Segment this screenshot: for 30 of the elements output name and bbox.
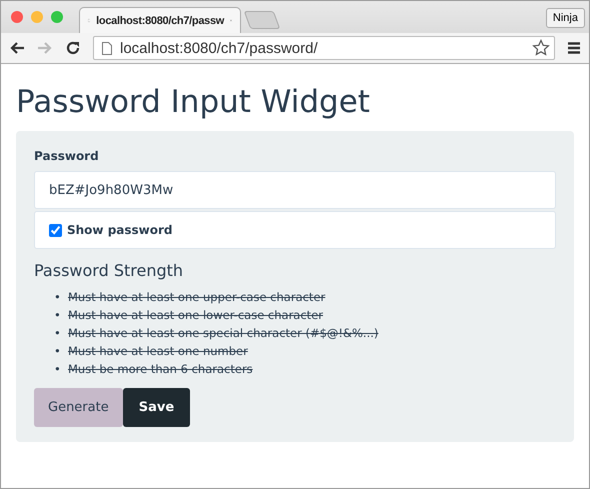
strength-rule: Must have at least one special character (#$@!&%...) — [68, 325, 378, 342]
password-field[interactable]: bEZ#Jo9h80W3Mw — [34, 171, 556, 210]
strength-rule: Must have at least one lower-case character — [68, 307, 323, 324]
reload-icon[interactable] — [65, 40, 81, 56]
zoom-window-button[interactable] — [51, 11, 63, 23]
page-title: Password Input Widget — [16, 84, 371, 122]
bullet: • — [54, 289, 62, 306]
bullet: • — [54, 307, 62, 324]
checkbox-label[interactable]: Show password — [67, 223, 173, 238]
minimize-window-button[interactable] — [31, 11, 43, 23]
profile-button[interactable]: Ninja — [546, 8, 585, 28]
strength-rule: Must have at least one upper-case character — [68, 289, 326, 306]
strength-rule: Must have at least one number — [68, 343, 248, 360]
strength-rule: Must be more than 6 characters — [68, 361, 253, 378]
close-window-button[interactable] — [11, 11, 23, 23]
star-icon[interactable] — [532, 39, 550, 57]
bullet: • — [54, 343, 62, 360]
save-button[interactable]: Save — [122, 388, 190, 428]
section-heading: Password Strength — [34, 261, 184, 280]
menu-icon[interactable] — [567, 41, 581, 55]
generate-button[interactable]: Generate — [34, 388, 123, 428]
address-bar[interactable]: localhost:8080/ch7/password/ — [93, 36, 555, 60]
new-tab-button[interactable] — [244, 11, 280, 29]
bullet: • — [54, 361, 62, 378]
bullet: • — [54, 325, 62, 342]
page-icon — [102, 42, 112, 54]
browser-tab[interactable]: localhost:8080/ch7/passw — [79, 7, 241, 33]
field-label: Password — [34, 149, 100, 164]
show-password-checkbox[interactable] — [49, 224, 62, 237]
back-icon[interactable] — [9, 41, 25, 55]
